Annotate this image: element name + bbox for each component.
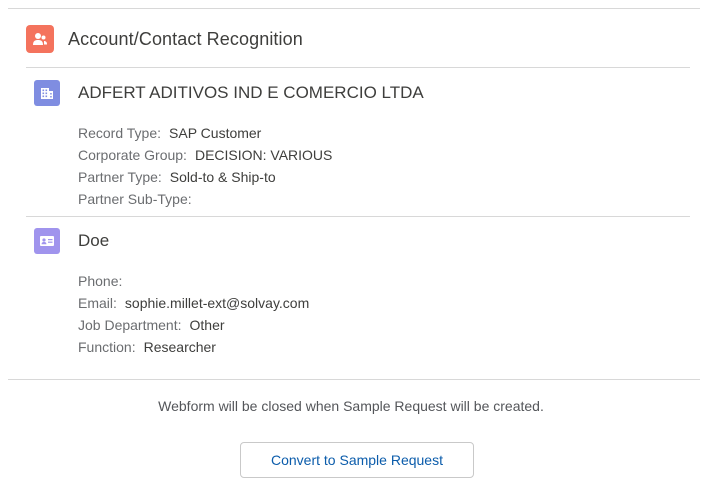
- field-record-type: Record Type: SAP Customer: [78, 122, 332, 144]
- field-label: Function:: [78, 339, 136, 355]
- card-header: Account/Contact Recognition: [26, 25, 303, 53]
- contact-header: Doe: [34, 228, 109, 254]
- field-value: sophie.millet-ext@solvay.com: [124, 295, 310, 311]
- contact-recognition-icon: [26, 25, 54, 53]
- building-icon: [34, 80, 60, 106]
- field-partner-type: Partner Type: Sold-to & Ship-to: [78, 166, 332, 188]
- field-value: Other: [189, 317, 225, 333]
- field-value: DECISION: VARIOUS: [194, 147, 333, 163]
- field-label: Phone:: [78, 273, 123, 289]
- field-value: Sold-to & Ship-to: [169, 169, 276, 185]
- convert-to-sample-request-button[interactable]: Convert to Sample Request: [240, 442, 474, 478]
- field-partner-sub-type: Partner Sub-Type:: [78, 188, 332, 210]
- field-label: Record Type:: [78, 125, 162, 141]
- field-email: Email: sophie.millet-ext@solvay.com: [78, 292, 309, 314]
- contact-fields: Phone: Email: sophie.millet-ext@solvay.co…: [78, 270, 309, 358]
- field-value: SAP Customer: [169, 125, 262, 141]
- contact-name: Doe: [78, 231, 110, 250]
- field-phone: Phone:: [78, 270, 309, 292]
- field-label: Partner Sub-Type:: [78, 191, 192, 207]
- account-header: ADFERT ADITIVOS IND E COMERCIO LTDA: [34, 80, 424, 106]
- page: Account/Contact Recognition ADFERT ADITI…: [0, 0, 702, 504]
- contact-card-icon: [34, 228, 60, 254]
- close-notice: Webform will be closed when Sample Reque…: [158, 398, 544, 414]
- field-label: Email:: [78, 295, 117, 311]
- field-function: Function: Researcher: [78, 336, 309, 358]
- field-job-department: Job Department: Other: [78, 314, 309, 336]
- field-label: Corporate Group:: [78, 147, 187, 163]
- recognition-card: Account/Contact Recognition ADFERT ADITI…: [8, 8, 700, 380]
- account-name: ADFERT ADITIVOS IND E COMERCIO LTDA: [78, 83, 424, 102]
- field-corporate-group: Corporate Group: DECISION: VARIOUS: [78, 144, 332, 166]
- field-label: Partner Type:: [78, 169, 162, 185]
- contact-section: Doe Phone: Email: sophie.millet-ext@solva…: [26, 216, 690, 366]
- card-title: Account/Contact Recognition: [68, 28, 303, 49]
- field-value: Researcher: [143, 339, 216, 355]
- account-fields: Record Type: SAP Customer Corporate Group…: [78, 122, 332, 210]
- field-label: Job Department:: [78, 317, 182, 333]
- account-section: ADFERT ADITIVOS IND E COMERCIO LTDA Reco…: [26, 67, 690, 217]
